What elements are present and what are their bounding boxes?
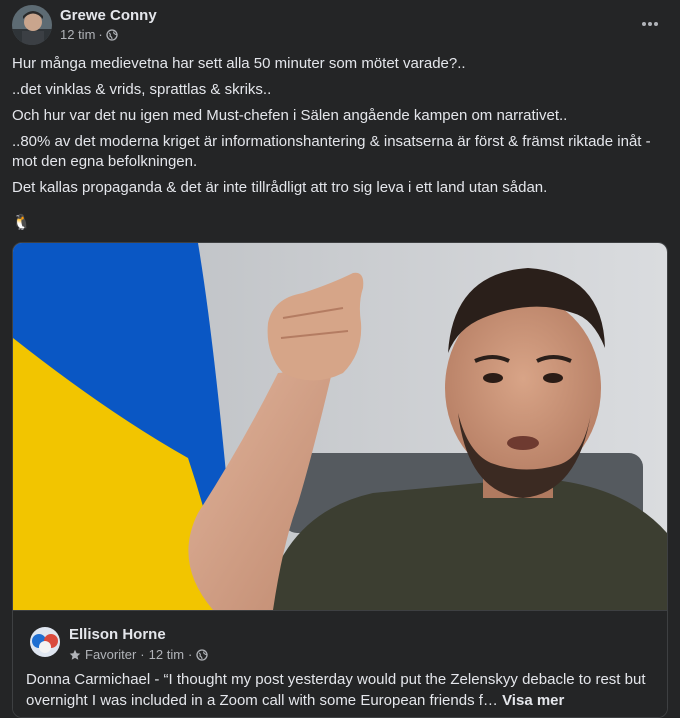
feed-post: Grewe Conny 12 tim · Hur många medievetn…: [0, 0, 680, 718]
star-icon: [69, 649, 81, 661]
meta-separator: ·: [140, 647, 145, 662]
post-paragraph-5: Det kallas propaganda & det är inte till…: [12, 179, 548, 196]
shared-author-name[interactable]: Ellison Horne: [69, 626, 166, 643]
post-paragraph-3: Och hur var det nu igen med Must-chefen …: [12, 107, 568, 124]
shared-post-text: Donna Carmichael - “I thought my post ye…: [26, 669, 656, 711]
more-horizontal-icon: [641, 21, 659, 27]
shared-post-card[interactable]: Ellison Horne Favoriter · 12 tim · Donna…: [12, 242, 668, 718]
globe-icon[interactable]: [196, 648, 209, 661]
author-avatar[interactable]: [12, 5, 52, 45]
more-options-button[interactable]: [636, 10, 664, 38]
globe-icon[interactable]: [106, 28, 118, 41]
meta-separator: ·: [188, 647, 193, 662]
post-time[interactable]: 12 tim: [60, 27, 95, 42]
shared-post-meta: Favoriter · 12 tim ·: [69, 647, 209, 662]
shared-author-avatar[interactable]: [30, 627, 60, 657]
post-paragraph-1: Hur många medievetna har sett alla 50 mi…: [12, 55, 466, 72]
shared-post-time[interactable]: 12 tim: [149, 647, 184, 662]
post-paragraph-4: ..80% av det moderna kriget är informati…: [12, 133, 651, 170]
shared-photo[interactable]: [13, 243, 667, 610]
post-text: Hur många medievetna har sett alla 50 mi…: [12, 54, 662, 204]
penguin-emoji: 🐧: [12, 214, 31, 231]
see-more-link[interactable]: Visa mer: [502, 692, 564, 709]
shared-post[interactable]: Ellison Horne Favoriter · 12 tim · Donna…: [13, 610, 667, 717]
shared-audience: Favoriter: [85, 647, 137, 662]
post-meta: 12 tim ·: [60, 27, 118, 42]
author-name[interactable]: Grewe Conny: [60, 7, 157, 24]
meta-separator: ·: [98, 27, 103, 42]
post-paragraph-2: ..det vinklas & vrids, sprattlas & skrik…: [12, 81, 272, 98]
